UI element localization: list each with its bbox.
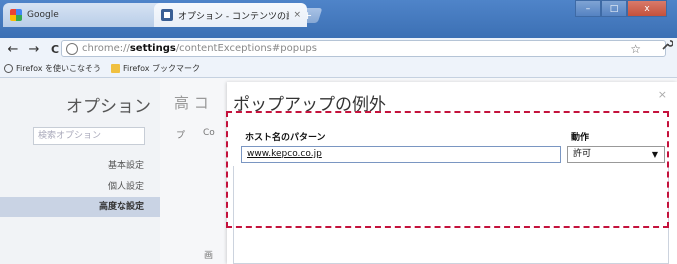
browser-toolbar: ← → C chrome:// settings /contentExcepti… [0, 38, 677, 60]
bookmark-label: Firefox を使いこなそう [16, 64, 102, 73]
bookmark-star-icon[interactable]: ☆ [630, 42, 641, 56]
circle-icon [4, 64, 13, 73]
address-bar[interactable]: chrome:// settings /contentExceptions#po… [61, 40, 666, 57]
window-title-bar: Google × オプション - コンテンツの設定 × + – □ x [0, 0, 677, 40]
google-icon [10, 9, 22, 21]
folder-icon [111, 64, 121, 73]
sidebar-item-advanced[interactable]: 高度な設定 [0, 197, 160, 217]
tab-label: オプション - コンテンツの設定 [178, 11, 289, 22]
background-heading: 高 コ [174, 94, 209, 112]
tab-label: Google [27, 10, 59, 20]
url-host: settings [129, 43, 176, 54]
highlight-dashed-box [226, 111, 669, 228]
page-info-icon [66, 42, 78, 55]
bookmarks-bar: Firefox を使いこなそう Firefox ブックマーク [0, 60, 677, 78]
wrench-menu-icon[interactable] [661, 39, 674, 54]
tab-options-content-settings[interactable]: オプション - コンテンツの設定 × [154, 3, 307, 27]
sidebar-title: オプション [66, 97, 151, 117]
url-scheme: chrome:// [82, 43, 130, 54]
maximize-button[interactable]: □ [601, 0, 627, 17]
sidebar-item-basic[interactable]: 基本設定 [108, 158, 144, 171]
background-text: プ [176, 131, 186, 141]
settings-page: オプション 検索オプション 基本設定 個人設定 高度な設定 高 コ プ Co 画… [0, 78, 677, 264]
search-options-input[interactable]: 検索オプション [33, 127, 145, 145]
tab-google[interactable]: Google × [3, 3, 173, 27]
settings-page-icon [161, 9, 173, 21]
background-text: Co [203, 128, 215, 138]
settings-sidebar: オプション 検索オプション 基本設定 個人設定 高度な設定 [0, 78, 160, 264]
bookmark-label: Firefox ブックマーク [123, 64, 201, 73]
back-button[interactable]: ← [5, 42, 21, 57]
minimize-button[interactable]: – [575, 0, 601, 17]
window-controls: – □ x [575, 0, 667, 17]
background-text: 画 [204, 251, 214, 261]
bookmark-firefox-folder[interactable]: Firefox ブックマーク [111, 63, 200, 74]
bookmark-firefox-guide[interactable]: Firefox を使いこなそう [4, 63, 101, 74]
url-path: /contentExceptions#popups [175, 43, 317, 54]
close-tab-icon[interactable]: × [293, 10, 301, 20]
sidebar-item-personal[interactable]: 個人設定 [108, 179, 144, 192]
close-icon[interactable]: × [658, 88, 667, 101]
forward-button[interactable]: → [26, 42, 42, 57]
close-window-button[interactable]: x [627, 0, 667, 17]
